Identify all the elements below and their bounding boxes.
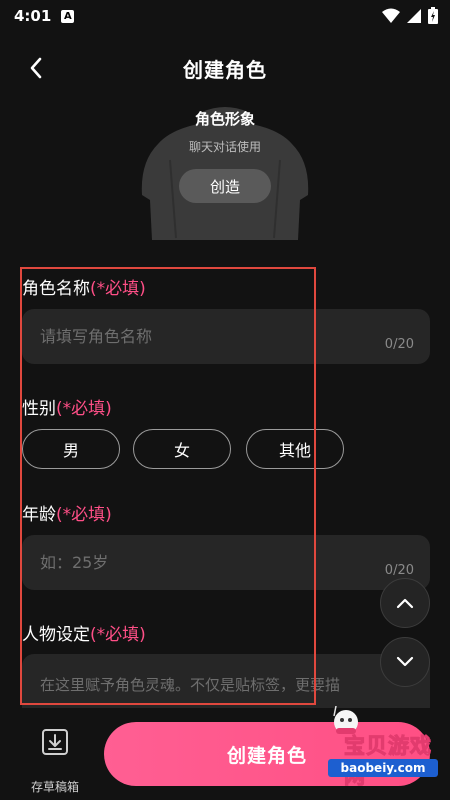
status-icons [382,7,438,24]
status-time: 4:01 [14,7,52,25]
wifi-icon [382,8,400,24]
status-bar: 4:01 A [0,0,450,32]
chevron-down-icon [396,656,414,667]
annotation-highlight-box [20,267,316,705]
scroll-down-button[interactable] [380,637,430,687]
save-draft-button[interactable]: 存草稿箱 [22,722,88,794]
download-box-icon [42,729,68,755]
age-char-counter: 0/20 [384,563,414,578]
page-title: 创建角色 [183,58,267,82]
name-char-counter: 0/20 [384,337,414,352]
create-avatar-button[interactable]: 创造 [179,169,271,203]
header: 创建角色 [0,40,450,96]
battery-icon [428,7,438,24]
chevron-up-icon [396,598,414,609]
watermark-url: baobeiy.com [328,759,438,777]
avatar-title: 角色形象 [194,110,255,128]
notification-icon: A [61,9,75,23]
cellular-signal-icon [406,8,422,24]
avatar-subtitle: 聊天对话使用 [188,140,261,154]
character-avatar-area: 角色形象 聊天对话使用 创造 [140,100,310,245]
save-draft-label: 存草稿箱 [30,780,79,794]
scroll-up-button[interactable] [380,578,430,628]
watermark-logo: 宝贝游戏网 baobeiy.com [318,706,450,789]
